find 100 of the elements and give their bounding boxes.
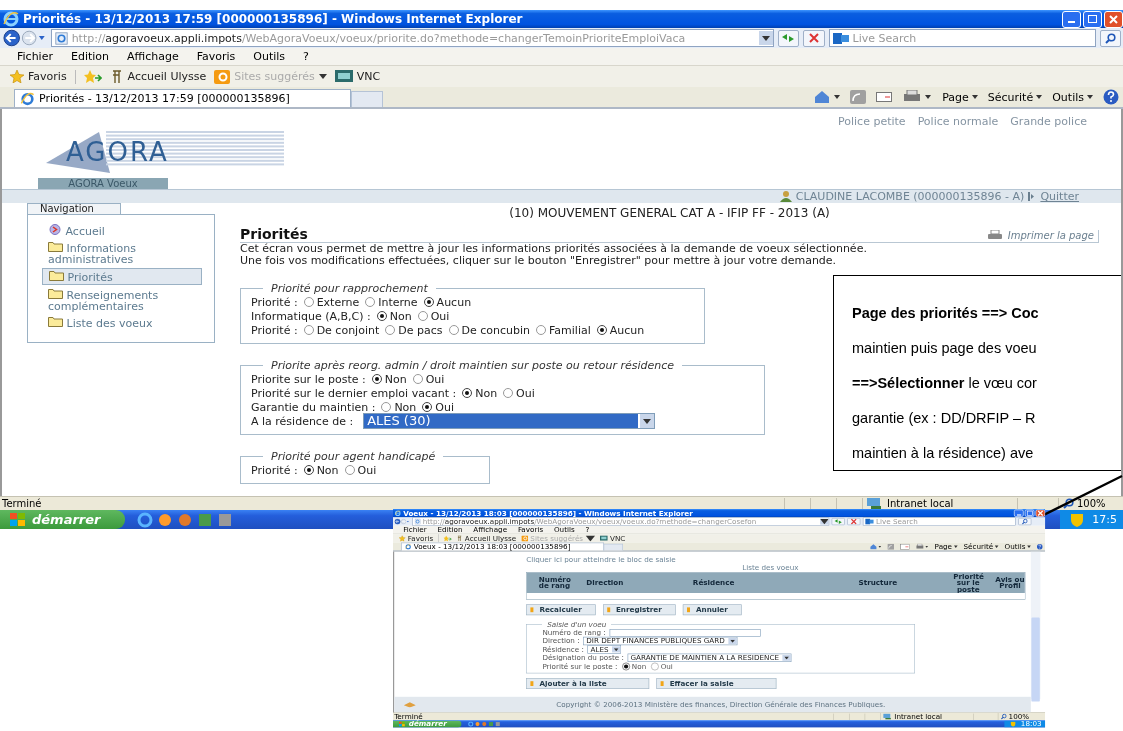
- star-icon: [10, 70, 24, 83]
- favorite-link[interactable]: Accueil Ulysse: [109, 69, 207, 84]
- dropdown-button[interactable]: [819, 518, 829, 525]
- nav-item[interactable]: Renseignements complémentaires: [42, 287, 202, 313]
- command-menu[interactable]: Outils: [1052, 90, 1093, 104]
- field-label: Priorité :: [251, 295, 298, 309]
- folder-icon: [49, 270, 64, 281]
- radio-button[interactable]: [422, 402, 433, 412]
- logo-icon: [403, 701, 416, 708]
- radio-button[interactable]: [462, 388, 473, 398]
- menu-item[interactable]: ?: [294, 50, 318, 63]
- feed-icon[interactable]: [887, 543, 895, 550]
- menu-item[interactable]: Favoris: [187, 50, 245, 63]
- mail-icon[interactable]: [900, 543, 910, 550]
- input-field[interactable]: [609, 628, 761, 637]
- folder-icon: [48, 316, 63, 327]
- back-forward-icon[interactable]: [394, 518, 410, 525]
- page-icon: [54, 31, 68, 45]
- radio-label: Externe: [316, 295, 360, 309]
- search-icon: [1104, 32, 1116, 44]
- radio-label: Aucun: [436, 295, 472, 309]
- radio-button[interactable]: [344, 465, 355, 475]
- radio-button[interactable]: [365, 297, 376, 307]
- mail-logo-icon: [832, 32, 849, 44]
- radio-label: Interne: [378, 295, 418, 309]
- printer-icon[interactable]: [902, 90, 933, 104]
- radio-button[interactable]: [303, 297, 314, 307]
- radio-button[interactable]: [417, 311, 428, 321]
- radio-label: De pacs: [398, 323, 443, 337]
- feed-icon[interactable]: [850, 90, 867, 104]
- radio-button[interactable]: [381, 402, 392, 412]
- zoom-icon: [1063, 498, 1074, 509]
- mail-icon[interactable]: [876, 92, 893, 102]
- command-menu[interactable]: Page: [942, 90, 978, 104]
- dropdown[interactable]: ALES (30): [363, 413, 656, 429]
- section-legend: Priorité pour agent handicapé: [263, 450, 444, 463]
- mail-logo-icon: [864, 518, 874, 525]
- nav-item[interactable]: Priorités: [42, 268, 202, 285]
- stop-button[interactable]: [846, 518, 861, 526]
- radio-label: Non: [475, 386, 498, 400]
- close-button[interactable]: [1035, 509, 1046, 517]
- field-label: Garantie du maintien :: [251, 400, 376, 414]
- clock: 17:5: [1092, 513, 1117, 526]
- radio-button[interactable]: [596, 325, 607, 335]
- radio-label: Oui: [357, 463, 377, 477]
- menu-item[interactable]: Edition: [61, 50, 118, 63]
- address-field[interactable]: http://agoravoeux.appli.impots/WebAgoraVoeux/voeux/priorite.do?methode=changerTemoinPrioriteEmploiVaca: [50, 29, 774, 47]
- radio-label: Oui: [435, 400, 454, 414]
- radio-button[interactable]: [303, 465, 314, 475]
- user-icon: [779, 191, 792, 202]
- search-button[interactable]: [1099, 29, 1121, 47]
- radio-button[interactable]: [622, 662, 631, 671]
- callout-text: Page des priorités ==> Coc maintien puis page des voeu ==>Sélectionner le vœu cor garantie (ex : DD/DRFIP – R maintien à la résidence) ave: [851, 304, 1040, 463]
- favorite-link[interactable]: VNC: [334, 69, 381, 84]
- browser-tab[interactable]: Priorités - 13/12/2013 17:59 [000000135896]: [14, 89, 351, 107]
- back-forward-icon[interactable]: [2, 29, 47, 47]
- radio-button[interactable]: [303, 325, 314, 335]
- shield-icon: [1070, 512, 1085, 527]
- stop-button[interactable]: [803, 29, 825, 47]
- menu-item[interactable]: Fichier: [8, 50, 62, 63]
- radio-button[interactable]: [503, 388, 514, 398]
- radio-label: Oui: [430, 309, 450, 323]
- page-icon: [414, 518, 421, 525]
- radio-button[interactable]: [536, 325, 546, 335]
- nav-item[interactable]: Informations administratives: [42, 240, 202, 266]
- printer-icon[interactable]: [915, 543, 929, 550]
- minimize-button[interactable]: [1014, 509, 1024, 517]
- radio-button[interactable]: [385, 325, 396, 335]
- intro-text: Cet écran vous permet de mettre à jour les informations priorités associées à la demande de voeux sélectionnée.: [240, 243, 868, 255]
- help-icon[interactable]: [1036, 543, 1043, 550]
- radio-button[interactable]: [448, 325, 459, 335]
- caret-icon: [784, 656, 790, 660]
- print-link[interactable]: Imprimer la page: [982, 230, 1099, 242]
- help-icon[interactable]: [1103, 89, 1119, 105]
- restore-button[interactable]: [1083, 10, 1102, 28]
- radio-button[interactable]: [376, 311, 387, 321]
- home-icon[interactable]: [870, 543, 882, 550]
- scrollbar[interactable]: [1030, 551, 1041, 700]
- command-menu[interactable]: Sécurité: [987, 90, 1043, 104]
- section-legend: Priorité pour rapprochement: [263, 282, 436, 295]
- radio-label: Oui: [516, 386, 535, 400]
- caret-icon: [761, 35, 770, 41]
- suggested-sites-icon: [214, 69, 231, 84]
- menu-item[interactable]: Affichage: [118, 50, 188, 63]
- radio-button[interactable]: [412, 374, 423, 384]
- nav-item[interactable]: Liste des voeux: [42, 315, 202, 330]
- add-favorite-icon[interactable]: [83, 70, 102, 83]
- dropdown-button[interactable]: [758, 31, 773, 45]
- radio-button[interactable]: [423, 297, 434, 307]
- favorites-button[interactable]: Favoris: [10, 70, 67, 83]
- menu-item[interactable]: Outils: [244, 50, 295, 63]
- radio-button[interactable]: [651, 662, 659, 671]
- radio-label: De conjoint: [316, 323, 380, 337]
- home-icon[interactable]: [814, 90, 841, 104]
- windows-logo-icon: [10, 512, 26, 527]
- minimize-button[interactable]: [1062, 10, 1081, 28]
- context-heading: (10) MOUVEMENT GENERAL CAT A - IFIP FF - 2013 (A): [508, 206, 831, 220]
- nav-item[interactable]: Accueil: [42, 223, 202, 238]
- radio-button[interactable]: [371, 374, 382, 384]
- search-button[interactable]: [1017, 518, 1032, 526]
